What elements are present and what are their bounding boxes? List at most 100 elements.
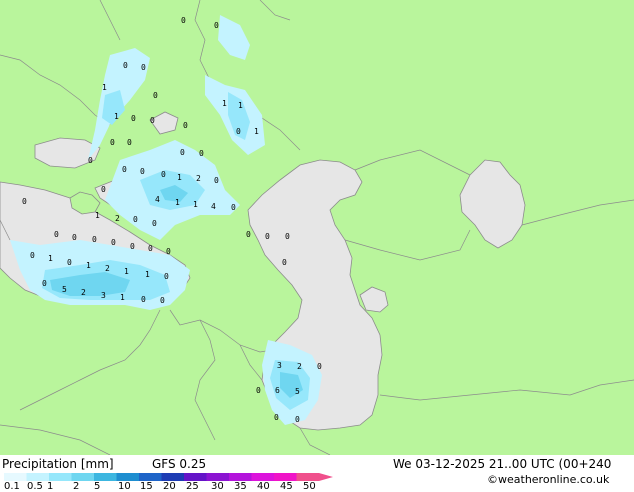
svg-text:1: 1	[222, 99, 227, 108]
svg-text:2: 2	[105, 264, 110, 273]
legend-swatch	[4, 473, 27, 481]
legend-swatch	[229, 473, 252, 481]
svg-text:0: 0	[141, 295, 146, 304]
svg-text:5: 5	[62, 285, 67, 294]
svg-text:0: 0	[282, 258, 287, 267]
precipitation-map: 0 0 0 0 1 0 1 1 1 0 0 0 0 1 0 0 0 0 0 0 0 0 1 2 0 0 4…	[0, 0, 634, 455]
svg-text:0: 0	[110, 138, 115, 147]
svg-text:0: 0	[42, 279, 47, 288]
svg-text:0: 0	[164, 272, 169, 281]
svg-text:0: 0	[148, 244, 153, 253]
svg-text:0: 0	[256, 386, 261, 395]
legend-tick-label: 25	[186, 481, 199, 492]
legend-swatch	[49, 473, 72, 481]
svg-text:0: 0	[265, 232, 270, 241]
svg-text:1: 1	[102, 83, 107, 92]
valid-time: We 03-12-2025 21..00 UTC (00+240	[393, 457, 612, 471]
svg-text:0: 0	[131, 114, 136, 123]
legend-swatch	[26, 473, 49, 481]
svg-text:0: 0	[236, 127, 241, 136]
svg-text:2: 2	[297, 362, 302, 371]
legend-swatch	[274, 473, 297, 481]
svg-text:1: 1	[95, 211, 100, 220]
legend-tick-label: 15	[140, 481, 153, 492]
svg-text:0: 0	[199, 149, 204, 158]
legend-tick-label: 10	[118, 481, 131, 492]
legend-arrow	[319, 473, 333, 481]
svg-text:0: 0	[54, 230, 59, 239]
svg-text:0: 0	[183, 121, 188, 130]
legend-tick-label: 40	[257, 481, 270, 492]
legend-colorbar	[4, 473, 333, 481]
svg-text:0: 0	[92, 235, 97, 244]
legend-tick-label: 5	[94, 481, 101, 492]
svg-text:0: 0	[88, 156, 93, 165]
svg-text:2: 2	[196, 174, 201, 183]
svg-text:0: 0	[160, 296, 165, 305]
legend-swatch	[161, 473, 184, 481]
legend-swatch	[251, 473, 274, 481]
svg-text:0: 0	[317, 362, 322, 371]
svg-text:0: 0	[111, 238, 116, 247]
svg-text:1: 1	[114, 112, 119, 121]
svg-text:1: 1	[86, 261, 91, 270]
model-label: GFS 0.25	[152, 457, 207, 471]
legend-tick-label: 0.5	[27, 481, 43, 492]
title: Precipitation [mm]	[2, 457, 114, 471]
legend-tick-label: 0.1	[4, 481, 20, 492]
svg-text:0: 0	[214, 21, 219, 30]
legend-tick-label: 45	[280, 481, 293, 492]
svg-text:2: 2	[115, 214, 120, 223]
svg-text:3: 3	[101, 291, 106, 300]
legend-tick-label: 50	[303, 481, 316, 492]
svg-text:0: 0	[274, 413, 279, 422]
svg-text:0: 0	[161, 170, 166, 179]
svg-text:1: 1	[193, 200, 198, 209]
svg-text:0: 0	[101, 185, 106, 194]
svg-text:0: 0	[150, 116, 155, 125]
legend-swatch	[296, 473, 319, 481]
svg-text:0: 0	[72, 233, 77, 242]
svg-text:0: 0	[285, 232, 290, 241]
svg-text:1: 1	[177, 173, 182, 182]
svg-text:0: 0	[67, 258, 72, 267]
legend-swatch	[206, 473, 229, 481]
svg-text:0: 0	[141, 63, 146, 72]
svg-text:0: 0	[130, 242, 135, 251]
legend-tick-label: 1	[47, 481, 54, 492]
svg-text:1: 1	[145, 270, 150, 279]
legend-tick-label: 30	[211, 481, 224, 492]
legend-swatch	[94, 473, 117, 481]
svg-text:0: 0	[246, 230, 251, 239]
svg-text:1: 1	[175, 198, 180, 207]
svg-text:0: 0	[295, 415, 300, 424]
svg-text:0: 0	[153, 91, 158, 100]
svg-text:1: 1	[120, 293, 125, 302]
svg-text:5: 5	[295, 387, 300, 396]
credit: ©weatheronline.co.uk	[487, 473, 610, 486]
svg-text:1: 1	[48, 254, 53, 263]
svg-text:0: 0	[122, 165, 127, 174]
svg-text:0: 0	[180, 148, 185, 157]
legend-swatch	[184, 473, 207, 481]
svg-text:1: 1	[124, 267, 129, 276]
svg-text:0: 0	[166, 247, 171, 256]
svg-text:3: 3	[277, 361, 282, 370]
legend-swatch	[139, 473, 162, 481]
svg-text:2: 2	[81, 288, 86, 297]
legend-swatch	[71, 473, 94, 481]
legend-swatch	[116, 473, 139, 481]
svg-text:4: 4	[211, 202, 216, 211]
legend-tick-label: 2	[73, 481, 80, 492]
svg-text:1: 1	[238, 101, 243, 110]
svg-text:0: 0	[152, 219, 157, 228]
legend-tick-label: 35	[234, 481, 247, 492]
svg-text:0: 0	[181, 16, 186, 25]
svg-text:0: 0	[22, 197, 27, 206]
svg-text:4: 4	[155, 195, 160, 204]
svg-text:0: 0	[214, 176, 219, 185]
svg-text:0: 0	[127, 138, 132, 147]
svg-text:1: 1	[254, 127, 259, 136]
svg-text:0: 0	[123, 61, 128, 70]
svg-text:0: 0	[231, 203, 236, 212]
